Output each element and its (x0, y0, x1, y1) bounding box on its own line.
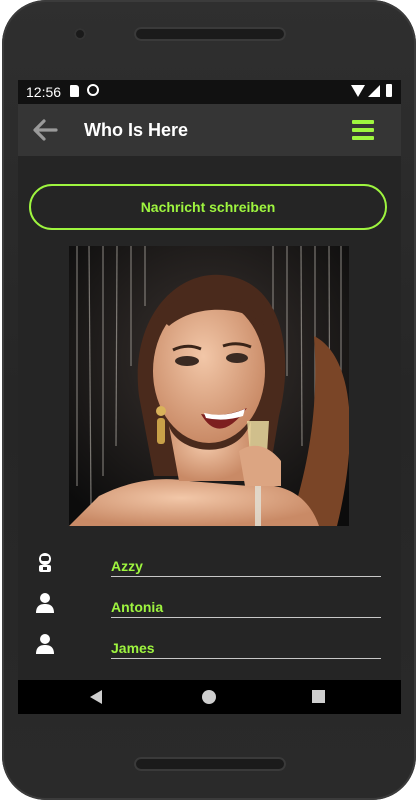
list-item[interactable]: James (18, 628, 401, 668)
write-message-button[interactable]: Nachricht schreiben (29, 184, 387, 230)
front-camera (74, 28, 86, 40)
battery-icon (386, 84, 392, 97)
hamburger-menu-icon[interactable] (352, 120, 374, 140)
sync-icon (87, 84, 99, 96)
divider (111, 576, 381, 577)
app-screen: 12:56 Who Is Here Nachricht schreiben Az… (18, 80, 401, 714)
profile-photo-image (69, 246, 349, 526)
sd-card-icon (70, 85, 79, 97)
arrow-left-icon[interactable] (32, 118, 58, 142)
list-item[interactable]: Azzy (18, 546, 401, 586)
nav-back-icon[interactable] (90, 690, 102, 704)
page-title: Who Is Here (84, 120, 189, 140)
astronaut-icon (39, 553, 51, 572)
profile-photo[interactable] (69, 246, 349, 526)
divider (111, 658, 381, 659)
app-bar: Who Is Here (18, 104, 401, 156)
divider (111, 617, 381, 618)
person-icon (36, 634, 54, 654)
list-item[interactable]: Antonia (18, 587, 401, 627)
person-icon (36, 593, 54, 613)
nav-recents-icon[interactable] (312, 690, 325, 703)
signal-icon (368, 85, 380, 97)
user-name: Azzy (111, 558, 143, 574)
user-name: Antonia (111, 599, 164, 615)
user-name: James (111, 640, 155, 656)
status-bar: 12:56 (18, 80, 401, 104)
bottom-speaker (134, 757, 286, 771)
nav-home-icon[interactable] (202, 690, 216, 704)
status-time: 12:56 (26, 84, 62, 100)
wifi-icon (351, 85, 365, 97)
system-navigation-bar (18, 680, 401, 714)
earpiece-speaker (134, 27, 286, 41)
